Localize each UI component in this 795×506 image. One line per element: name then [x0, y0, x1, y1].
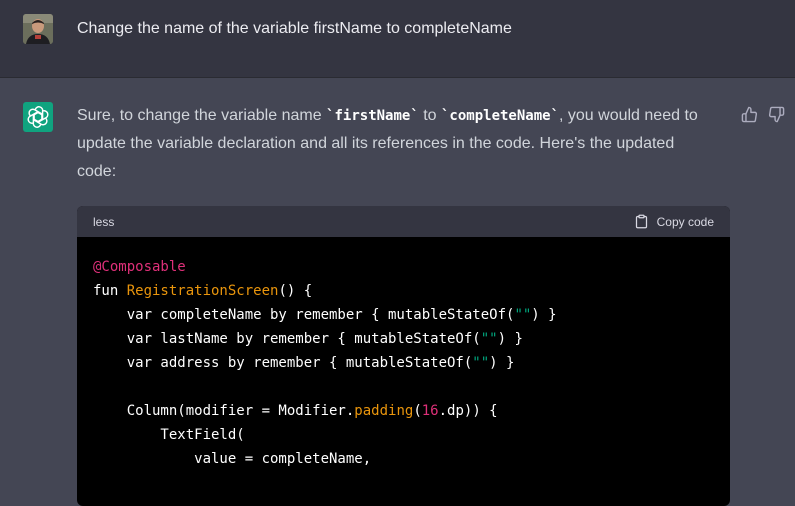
code-token: ) }	[531, 307, 557, 323]
reply-text-before: Sure, to change the variable name	[77, 107, 327, 124]
code-token: RegistrationScreen	[126, 283, 279, 299]
user-message-text: Change the name of the variable firstNam…	[77, 20, 512, 37]
code-token: value = completeName,	[93, 451, 372, 467]
code-token: var address by remember { mutableStateOf…	[93, 355, 473, 371]
code-token: .dp)) {	[438, 403, 498, 419]
code-block-header: less Copy code	[77, 206, 730, 237]
inline-code-old-name: `firstName`	[326, 108, 419, 124]
assistant-message-row: Sure, to change the variable name `first…	[0, 78, 795, 506]
code-token: (	[413, 403, 422, 419]
code-token: @Composable	[93, 259, 186, 275]
code-token: ""	[480, 331, 498, 347]
copy-code-button[interactable]: Copy code	[634, 214, 714, 229]
code-token: ) }	[497, 331, 523, 347]
thumbs-up-button[interactable]	[741, 106, 758, 123]
code-language-label: less	[93, 214, 115, 229]
code-token: ""	[514, 307, 532, 323]
thumbs-down-icon	[768, 106, 785, 123]
code-content: @Composable fun RegistrationScreen() { v…	[77, 237, 730, 471]
code-token: ""	[472, 355, 490, 371]
code-token: fun	[93, 283, 127, 299]
copy-code-label: Copy code	[656, 214, 714, 229]
openai-logo-icon	[23, 102, 53, 132]
code-token: var completeName by remember { mutableSt…	[93, 307, 515, 323]
thumbs-down-button[interactable]	[768, 106, 785, 123]
user-avatar	[23, 14, 53, 44]
user-message-row: Change the name of the variable firstNam…	[0, 0, 795, 78]
assistant-reply-text: Sure, to change the variable name `first…	[77, 102, 717, 186]
inline-code-new-name: `completeName`	[441, 108, 560, 124]
code-token: Column(modifier = Modifier.	[93, 403, 355, 419]
code-token: () {	[278, 283, 313, 299]
code-token: padding	[354, 403, 414, 419]
code-token: var lastName by remember { mutableStateO…	[93, 331, 481, 347]
code-block: less Copy code @Composable fun Registrat…	[77, 206, 730, 506]
code-token: 16	[421, 403, 439, 419]
clipboard-icon	[635, 214, 647, 229]
thumbs-up-icon	[741, 106, 758, 123]
code-token: TextField(	[93, 427, 245, 443]
reply-text-mid: to	[418, 107, 441, 124]
code-token: ) }	[489, 355, 515, 371]
